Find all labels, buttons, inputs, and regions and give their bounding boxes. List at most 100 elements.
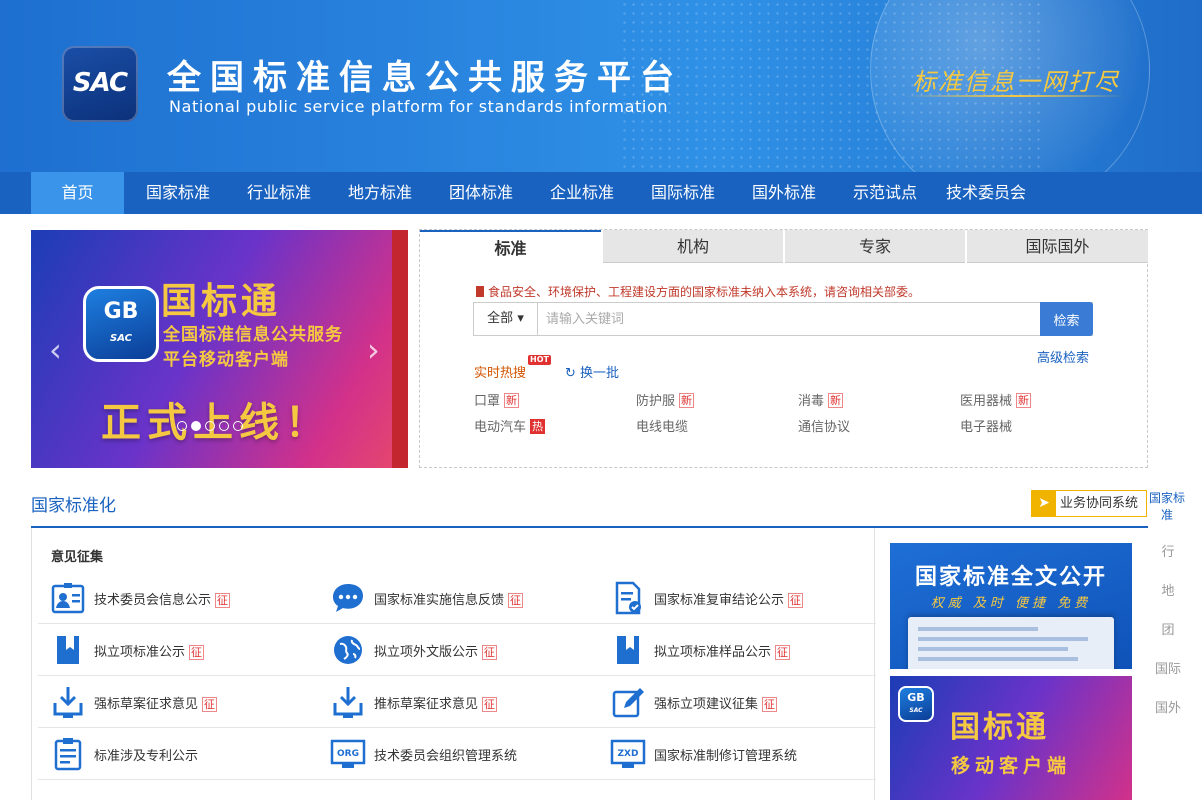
solicit-tag: 征 [762, 697, 778, 712]
opinion-item[interactable]: 推标草案征求意见征 [330, 682, 590, 722]
banner-title: 国标通 [161, 280, 282, 322]
label-text: 标准涉及专利公示 [94, 749, 199, 764]
label-text: 拟立项外文版公示 [374, 645, 479, 660]
side-tab-international[interactable]: 国际 [1148, 658, 1188, 677]
carousel-dot[interactable] [205, 421, 215, 431]
label-text: 推标草案征求意见 [374, 697, 479, 712]
label-text: 技术委员会组织管理系统 [374, 749, 518, 764]
tab-experts[interactable]: 专家 [785, 230, 965, 263]
hot-keyword[interactable]: 电子器械 [960, 416, 1012, 435]
download-tray-icon [333, 687, 363, 718]
nav-group-standards[interactable]: 团体标准 [437, 172, 525, 214]
fulltext-promo-subtitle: 权威 及时 便捷 免费 [930, 596, 1092, 611]
refresh-icon: ↻ [565, 366, 576, 381]
hot-keyword[interactable]: 防护服新 [636, 390, 695, 409]
section-title: 国家标准化 [31, 496, 116, 516]
opinion-item-label: 技术委员会组织管理系统 [374, 745, 517, 764]
carousel-next-icon[interactable]: › [367, 334, 380, 366]
opinion-item[interactable]: 国家标准复审结论公示征 [610, 578, 870, 618]
opinion-item[interactable]: 标准涉及专利公示 [50, 734, 310, 774]
opinion-item-label: 推标草案征求意见征 [374, 693, 498, 712]
patent-doc-icon [54, 738, 82, 771]
advanced-search-link[interactable]: 高级检索 [1037, 347, 1089, 366]
side-tab-group[interactable]: 团 [1148, 619, 1188, 638]
search-input[interactable] [546, 309, 1026, 329]
solicit-tag: 征 [482, 645, 498, 660]
opinion-item[interactable]: 国家标准实施信息反馈征 [330, 578, 590, 618]
opinion-title: 意见征集 [51, 550, 104, 565]
edit-icon [612, 688, 644, 718]
label-text: 强标草案征求意见 [94, 697, 199, 712]
tab-standards[interactable]: 标准 [420, 230, 601, 263]
carousel-prev-icon[interactable]: ‹ [49, 334, 62, 366]
search-button[interactable]: 检索 [1040, 302, 1093, 336]
opinion-item-label: 强标立项建议征集征 [654, 693, 778, 712]
opinion-item[interactable]: 技术委员会信息公示征 [50, 578, 310, 618]
nav-technical-committee[interactable]: 技术委员会 [940, 172, 1032, 214]
row-divider [38, 727, 876, 728]
hot-keyword[interactable]: 医用器械新 [960, 390, 1032, 409]
nav-national-standards[interactable]: 国家标准 [134, 172, 222, 214]
keyword-text: 通信协议 [798, 420, 851, 435]
side-tab-national[interactable]: 国家标准 [1148, 490, 1186, 524]
site-title: 全国标准信息公共服务平台 [167, 58, 683, 98]
banner-line-2: 平台移动客户端 [163, 350, 289, 370]
paper-plane-icon: ➤ [1032, 491, 1056, 516]
svg-text:ZXD: ZXD [618, 749, 639, 759]
nav-industry-standards[interactable]: 行业标准 [235, 172, 323, 214]
refresh-keywords-button[interactable]: ↻ 换一批 [565, 362, 619, 381]
opinion-item[interactable]: 强标草案征求意见征 [50, 682, 310, 722]
opinion-item[interactable]: 拟立项外文版公示征 [330, 630, 590, 670]
opinion-item[interactable]: ORG 技术委员会组织管理系统 [330, 734, 590, 774]
opinion-item[interactable]: 强标立项建议征集征 [610, 682, 870, 722]
carousel-dot[interactable] [233, 421, 243, 431]
nav-international-standards[interactable]: 国际标准 [639, 172, 727, 214]
app-logo-subtext: SAC [909, 707, 923, 714]
carousel-dot[interactable] [219, 421, 229, 431]
tab-organizations[interactable]: 机构 [603, 230, 783, 263]
gb-app-logo-small: GB SAC [898, 686, 934, 722]
hot-keyword[interactable]: 口罩新 [474, 390, 520, 409]
hot-keyword[interactable]: 通信协议 [798, 416, 850, 435]
fulltext-promo[interactable]: 国家标准全文公开 权威 及时 便捷 免费 [890, 543, 1132, 669]
nav-foreign-standards[interactable]: 国外标准 [740, 172, 828, 214]
opinion-item-label: 强标草案征求意见征 [94, 693, 218, 712]
side-tab-industry[interactable]: 行 [1148, 541, 1188, 560]
app-promo[interactable]: GB SAC 国标通 移动客户端 [890, 676, 1132, 800]
globe-icon [334, 636, 362, 664]
sac-logo[interactable]: SAC [62, 46, 138, 122]
nav-pilot-demo[interactable]: 示范试点 [841, 172, 929, 214]
banner-red-stripe [392, 230, 408, 468]
search-panel: 标准 机构 专家 国际国外 食品安全、环境保护、工程建设方面的国家标准未纳入本系… [419, 229, 1148, 468]
nav-enterprise-standards[interactable]: 企业标准 [538, 172, 626, 214]
nav-local-standards[interactable]: 地方标准 [336, 172, 424, 214]
side-tab-local[interactable]: 地 [1148, 580, 1188, 599]
opinion-item[interactable]: 拟立项标准样品公示征 [610, 630, 870, 670]
new-tag: 新 [828, 393, 844, 408]
opinion-item[interactable]: 拟立项标准公示征 [50, 630, 310, 670]
bookmark-flag-icon [476, 286, 484, 297]
refresh-label: 换一批 [580, 366, 620, 381]
promo-carousel[interactable]: GB SAC 国标通 全国标准信息公共服务 平台移动客户端 正式上线！ ‹ › [31, 230, 408, 468]
search-box: 全部 ▾ [473, 302, 1093, 336]
hot-keyword[interactable]: 电动汽车热 [474, 416, 546, 435]
hot-keyword[interactable]: 消毒新 [798, 390, 844, 409]
tab-international-foreign[interactable]: 国际国外 [967, 230, 1148, 263]
hot-keyword[interactable]: 电线电缆 [636, 416, 688, 435]
business-collab-label: 业务协同系统 [1060, 496, 1139, 511]
opinion-item[interactable]: ZXD 国家标准制修订管理系统 [610, 734, 870, 774]
nav-home[interactable]: 首页 [31, 172, 124, 214]
keyword-text: 防护服 [636, 394, 676, 409]
label-text: 国家标准复审结论公示 [654, 593, 785, 608]
carousel-dot[interactable] [177, 421, 187, 431]
solicit-tag: 征 [482, 697, 498, 712]
keyword-text: 电线电缆 [636, 420, 689, 435]
business-collab-button[interactable]: ➤ 业务协同系统 [1031, 490, 1147, 517]
side-tab-foreign[interactable]: 国外 [1148, 697, 1188, 716]
banner-line-1: 全国标准信息公共服务 [163, 325, 343, 345]
carousel-dot-active[interactable] [191, 421, 201, 431]
opinion-item-label: 拟立项外文版公示征 [374, 641, 498, 660]
header-slogan: 标准信息一网打尽 [912, 68, 1120, 96]
search-scope-dropdown[interactable]: 全部 ▾ [474, 303, 538, 335]
keyword-text: 口罩 [474, 394, 501, 409]
